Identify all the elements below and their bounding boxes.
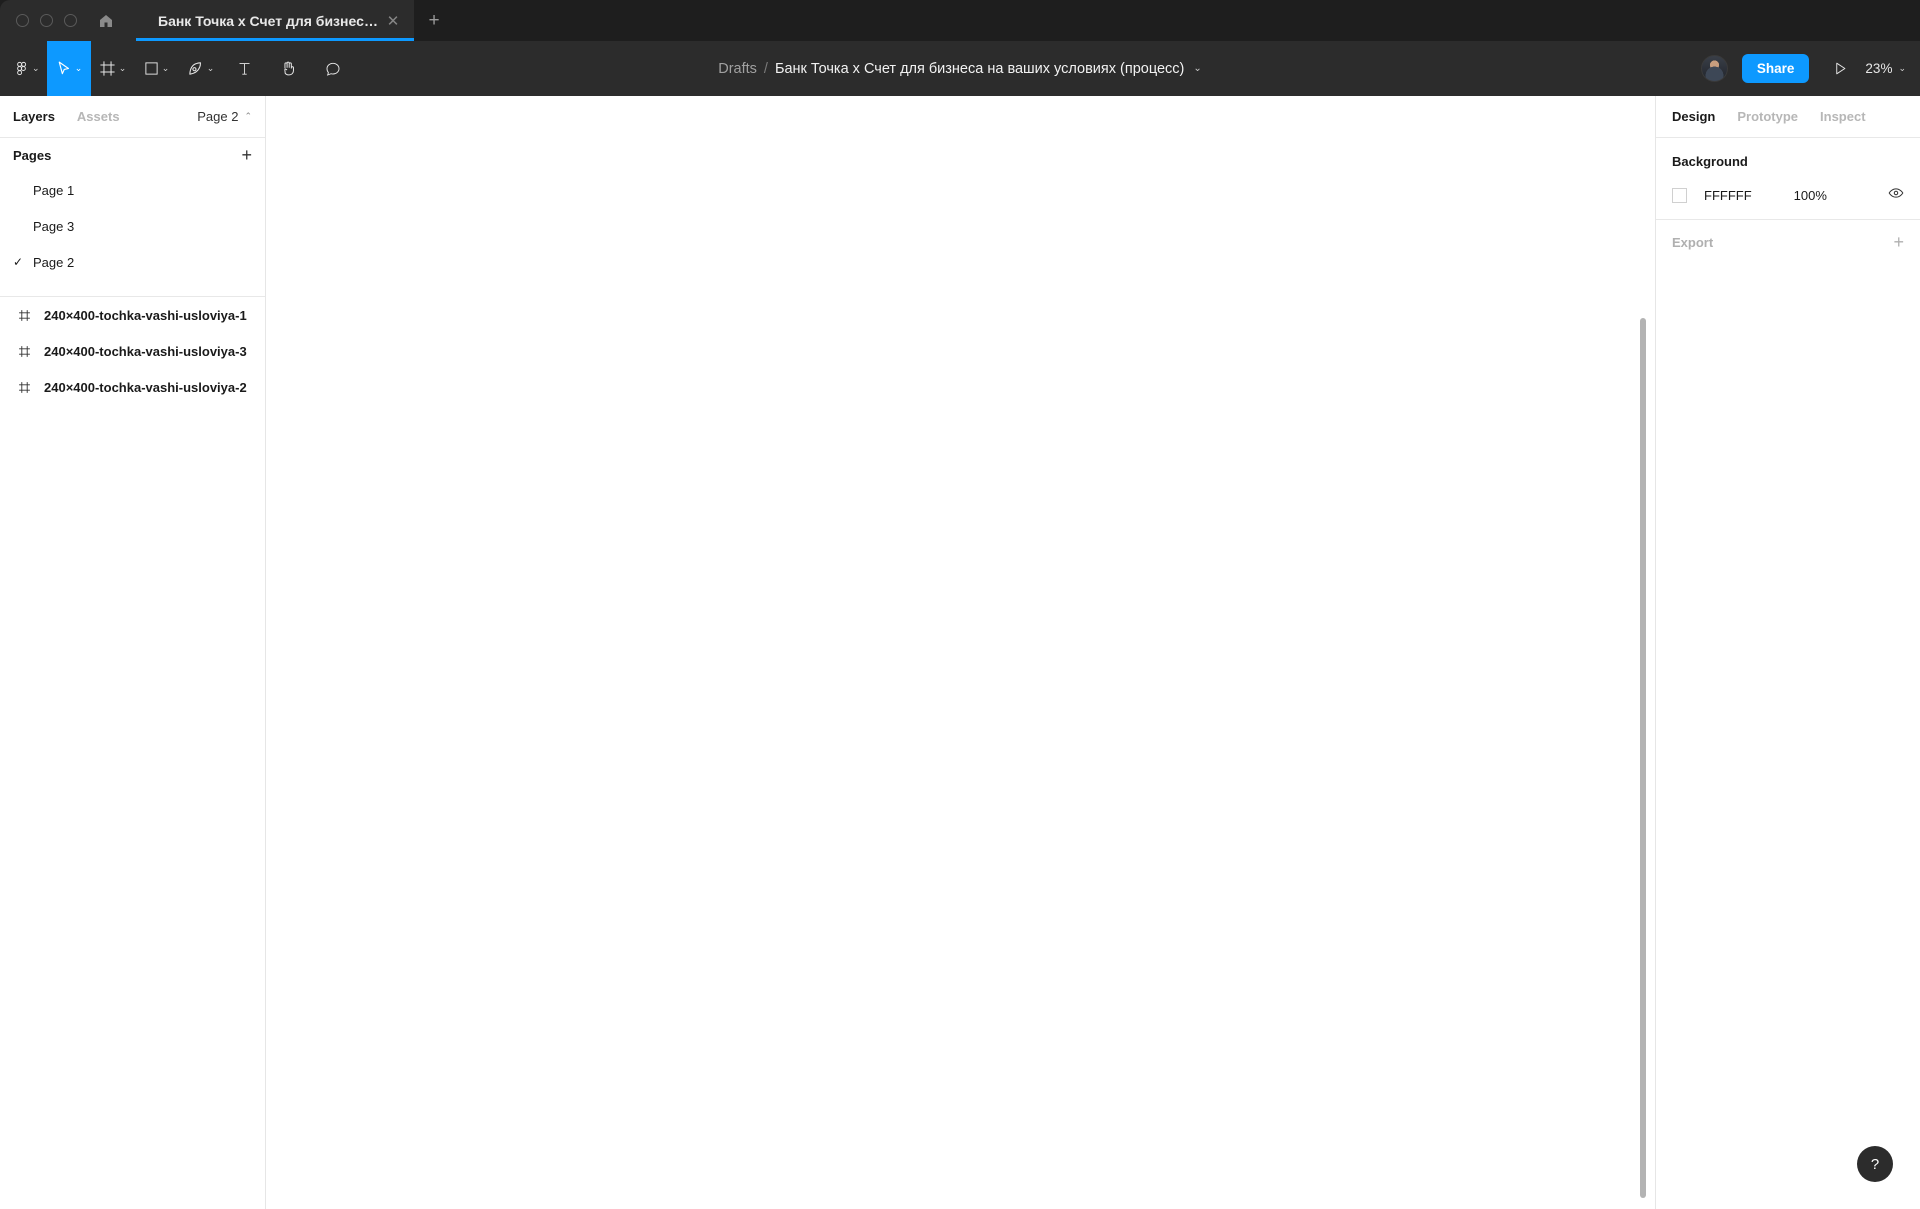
layers-panel-tabs: Layers Assets Page 2 ⌃ [0,96,265,138]
breadcrumb-drafts[interactable]: Drafts [718,61,757,77]
page-selector[interactable]: Page 2 ⌃ [197,109,252,124]
export-label: Export [1672,234,1714,250]
page-label: Page 3 [33,218,75,234]
window-controls [0,0,136,41]
chevron-down-icon: ⌄ [1898,63,1906,73]
chevron-down-icon: ⌄ [161,63,170,73]
pages-title: Pages [13,147,52,163]
chevron-down-icon[interactable]: ⌄ [1193,63,1201,74]
chevron-down-icon: ⌄ [206,63,215,73]
properties-panel-tabs: Design Prototype Inspect [1656,96,1920,138]
avatar[interactable] [1700,55,1728,82]
help-button[interactable]: ? [1857,1146,1893,1182]
new-tab-button[interactable]: + [414,0,454,41]
color-swatch[interactable] [1672,187,1687,203]
frame-tool-button[interactable]: ⌄ [91,41,135,96]
browser-tab-active[interactable]: Банк Точка х Счет для бизнеса на ... ✕ [136,0,414,41]
figma-menu-button[interactable]: ⌄ [0,41,47,96]
hand-tool-button[interactable] [267,41,311,96]
pages-section-header: Pages + [0,138,265,172]
page-label: Page 1 [33,182,75,198]
canvas-vertical-scrollbar[interactable] [1640,318,1646,1198]
page-list-item[interactable]: Page 3 [0,208,265,244]
tab-layers[interactable]: Layers [13,109,55,124]
tab-prototype[interactable]: Prototype [1737,109,1798,124]
chevron-down-icon: ⌄ [118,63,127,73]
chevron-down-icon: ⌄ [74,63,83,73]
comment-tool-button[interactable] [311,41,355,96]
background-section-title: Background [1672,154,1748,169]
text-tool-button[interactable] [223,41,267,96]
properties-panel: Design Prototype Inspect Background FFFF… [1655,96,1920,1209]
tab-title: Банк Точка х Счет для бизнеса на ... [158,12,382,29]
layer-list-item[interactable]: 240×400-tochka-vashi-usloviya-3 [0,333,265,369]
frame-icon [18,345,31,358]
layer-name: 240×400-tochka-vashi-usloviya-2 [44,379,247,395]
tab-strip: Банк Точка х Счет для бизнеса на ... ✕ + [0,0,1920,41]
move-tool-button[interactable]: ⌄ [46,41,91,96]
eye-icon[interactable] [1888,185,1904,206]
page-list-item[interactable]: Page 1 [0,172,265,208]
frame-icon [18,381,31,394]
design-canvas[interactable] [266,96,1655,1209]
background-color-row: FFFFFF 100% [1672,175,1904,215]
maximize-window-button[interactable] [64,14,77,27]
chevron-up-icon: ⌃ [244,111,252,121]
tab-strip-empty-area [454,0,1920,41]
color-hex-value[interactable]: FFFFFF [1704,188,1752,203]
breadcrumb-separator: / [763,60,768,77]
layer-list-item[interactable]: 240×400-tochka-vashi-usloviya-1 [0,297,265,333]
minimize-window-button[interactable] [40,14,53,27]
layers-panel: Layers Assets Page 2 ⌃ Pages + Page 1 Pa… [0,96,266,1209]
pen-tool-button[interactable]: ⌄ [179,41,223,96]
background-section: Background FFFFFF 100% [1656,138,1920,215]
figma-app-window: Банк Точка х Счет для бизнеса на ... ✕ +… [0,0,1920,1209]
toolbar-right-group: Share 23% ⌄ [1700,41,1920,96]
share-button[interactable]: Share [1741,54,1810,83]
frame-icon [18,309,31,322]
zoom-control[interactable]: 23% ⌄ [1865,61,1906,76]
tab-design[interactable]: Design [1672,109,1715,124]
close-icon[interactable]: ✕ [382,10,404,32]
zoom-level-label: 23% [1865,61,1893,76]
layer-name: 240×400-tochka-vashi-usloviya-1 [44,307,247,323]
page-list-item-selected[interactable]: ✓ Page 2 [0,244,265,280]
layer-list-item[interactable]: 240×400-tochka-vashi-usloviya-2 [0,369,265,405]
opacity-value[interactable]: 100% [1794,188,1827,203]
page-label: Page 2 [33,254,75,270]
add-page-button[interactable]: + [241,146,252,164]
check-icon: ✓ [13,255,24,269]
layer-name: 240×400-tochka-vashi-usloviya-3 [44,343,247,359]
close-window-button[interactable] [16,14,29,27]
page-selector-label: Page 2 [197,109,239,124]
add-export-button[interactable]: + [1893,233,1904,251]
shape-tool-button[interactable]: ⌄ [135,41,179,96]
present-button[interactable] [1825,54,1855,84]
tab-assets[interactable]: Assets [77,109,120,124]
home-icon[interactable] [97,12,115,30]
tab-inspect[interactable]: Inspect [1820,109,1866,124]
page-title[interactable]: Банк Точка х Счет для бизнеса на ваших у… [775,61,1184,77]
export-section: Export + [1656,220,1920,264]
chevron-down-icon: ⌄ [32,63,40,73]
